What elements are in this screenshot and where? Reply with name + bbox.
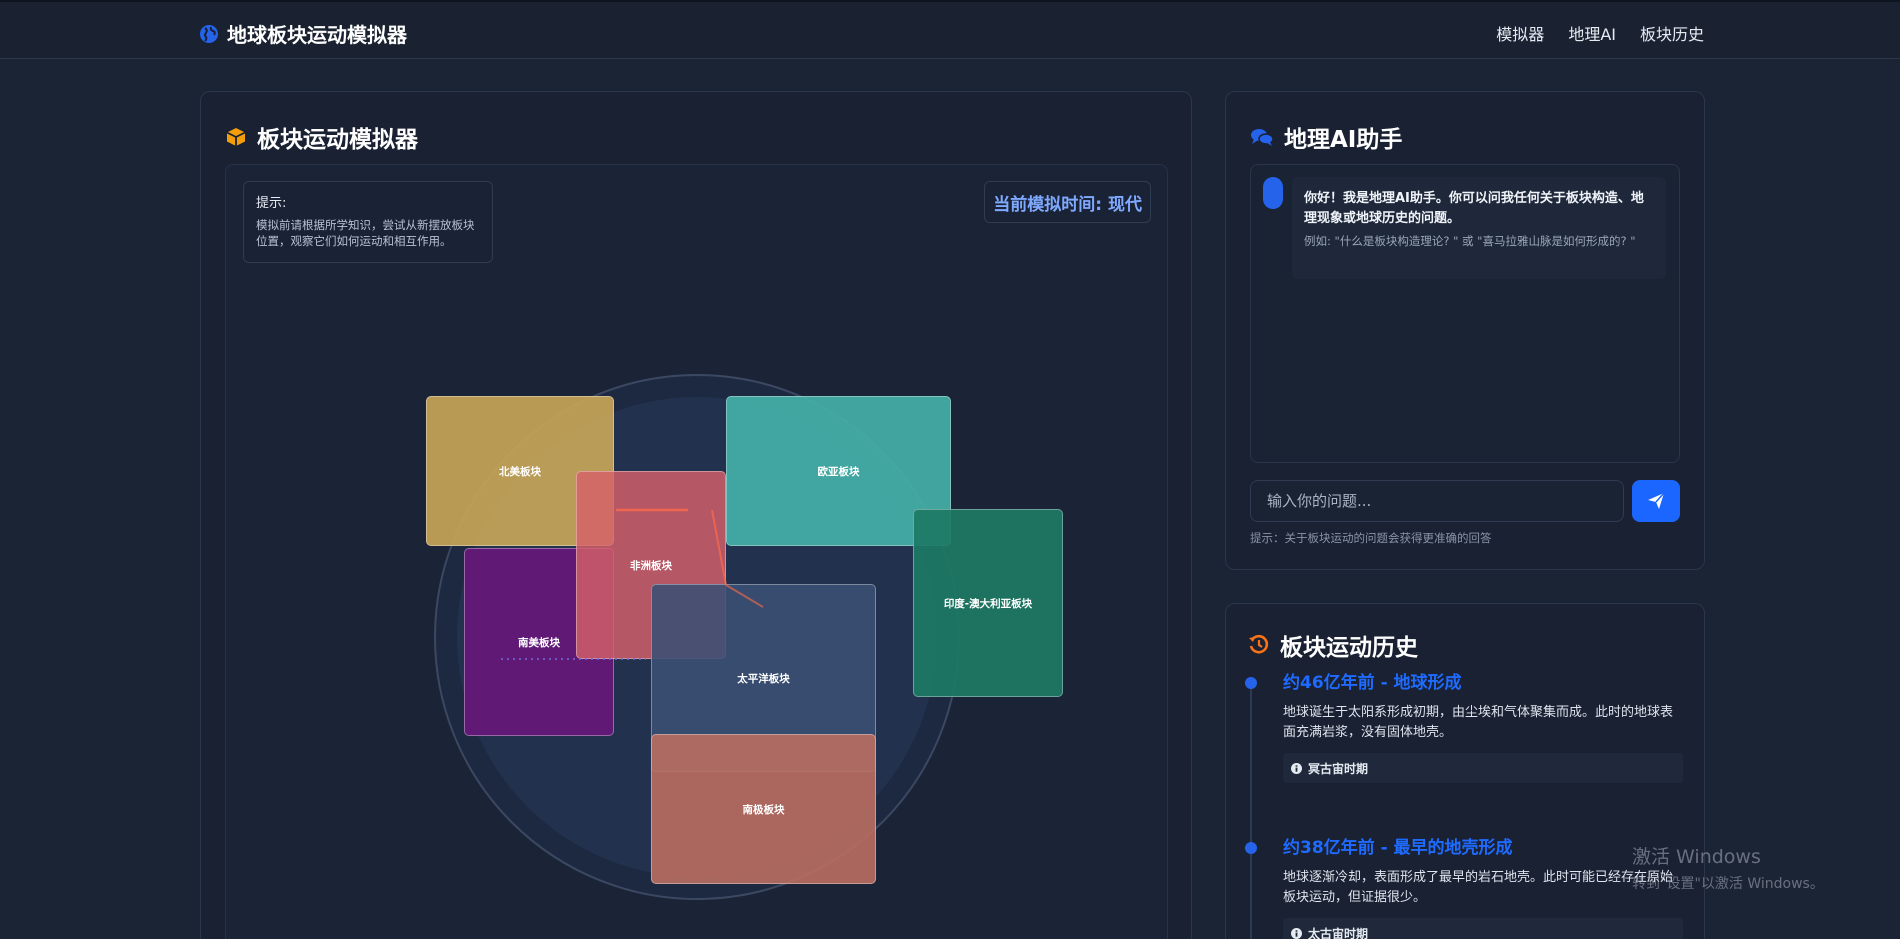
- timeline-event: 约46亿年前 - 地球形成 地球诞生于太阳系形成初期，由尘埃和气体聚集而成。此时…: [1283, 668, 1683, 783]
- ai-hint: 提示：关于板块运动的问题会获得更准确的回答: [1250, 531, 1492, 545]
- event-era: 冥古宙时期: [1308, 761, 1369, 776]
- info-icon: [1291, 927, 1302, 939]
- event-description: 地球诞生于太阳系形成初期，由尘埃和气体聚集而成。此时的地球表面充满岩浆，没有固体…: [1283, 705, 1674, 740]
- timeline-event: 约38亿年前 - 最早的地壳形成 地球逐渐冷却，表面形成了最早的岩石地壳。此时可…: [1283, 833, 1683, 939]
- event-era-tag: 冥古宙时期: [1283, 753, 1683, 783]
- ai-heading: 地理AI助手: [1250, 120, 1402, 154]
- event-title: 约38亿年前 - 最早的地壳形成: [1283, 838, 1513, 858]
- activation-watermark: 激活 Windows 转到"设置"以激活 Windows。: [1632, 842, 1824, 893]
- bot-message-example: 例如: "什么是板块构造理论? " 或 "喜马拉雅山脉是如何形成的? ": [1304, 234, 1636, 248]
- send-button[interactable]: [1632, 480, 1680, 522]
- history-title: 板块运动历史: [1280, 635, 1418, 661]
- question-input[interactable]: [1250, 480, 1624, 522]
- chat-bubbles-icon: [1251, 129, 1274, 146]
- timeline-dot: [1245, 842, 1257, 854]
- simulation-stage[interactable]: 提示: 模拟前请根据所学知识，尝试从新摆放板块位置，观察它们如何运动和相互作用。…: [225, 164, 1168, 939]
- nav-plate-history[interactable]: 板块历史: [1640, 21, 1704, 45]
- event-era: 太古宙时期: [1308, 926, 1369, 939]
- bot-message: 你好！我是地理AI助手。你可以问我任何关于板块构造、地理现象或地球历史的问题。 …: [1292, 177, 1666, 279]
- info-icon: [1291, 762, 1302, 774]
- event-era-tag: 太古宙时期: [1283, 918, 1683, 939]
- app-title: 地球板块运动模拟器: [227, 23, 407, 47]
- globe-icon: [200, 24, 218, 43]
- paper-plane-icon: [1648, 492, 1665, 509]
- history-heading: 板块运动历史: [1248, 628, 1418, 662]
- bot-message-text: 你好！我是地理AI助手。你可以问我任何关于板块构造、地理现象或地球历史的问题。: [1304, 191, 1644, 226]
- simulator-heading: 板块运动模拟器: [225, 120, 418, 154]
- ai-title: 地理AI助手: [1284, 127, 1403, 153]
- cube-icon: [226, 128, 246, 146]
- simulator-title: 板块运动模拟器: [257, 127, 418, 153]
- top-navbar: 地球板块运动模拟器 模拟器 地理AI 板块历史: [0, 0, 1900, 59]
- watermark-title: 激活 Windows: [1632, 846, 1761, 868]
- ai-assistant-panel: 地理AI助手 你好！我是地理AI助手。你可以问我任何关于板块构造、地理现象或地球…: [1225, 91, 1705, 570]
- plate-boundaries: [501, 508, 764, 660]
- timeline-dot: [1245, 677, 1257, 689]
- watermark-subtitle: 转到"设置"以激活 Windows。: [1632, 876, 1824, 892]
- bot-avatar: [1263, 177, 1283, 209]
- main-nav: 模拟器 地理AI 板块历史: [1496, 21, 1704, 45]
- nav-geo-ai[interactable]: 地理AI: [1568, 21, 1616, 45]
- event-description: 地球逐渐冷却，表面形成了最早的岩石地壳。此时可能已经存在原始板块运动，但证据很少…: [1283, 870, 1674, 905]
- history-icon: [1249, 634, 1269, 654]
- simulator-panel: 板块运动模拟器 提示: 模拟前请根据所学知识，尝试从新摆放板块位置，观察它们如何…: [200, 91, 1192, 939]
- nav-simulator[interactable]: 模拟器: [1496, 21, 1544, 45]
- event-title: 约46亿年前 - 地球形成: [1283, 673, 1462, 693]
- brand[interactable]: 地球板块运动模拟器: [199, 19, 407, 48]
- timeline-line: [1250, 684, 1252, 939]
- chat-window[interactable]: 你好！我是地理AI助手。你可以问我任何关于板块构造、地理现象或地球历史的问题。 …: [1250, 164, 1680, 463]
